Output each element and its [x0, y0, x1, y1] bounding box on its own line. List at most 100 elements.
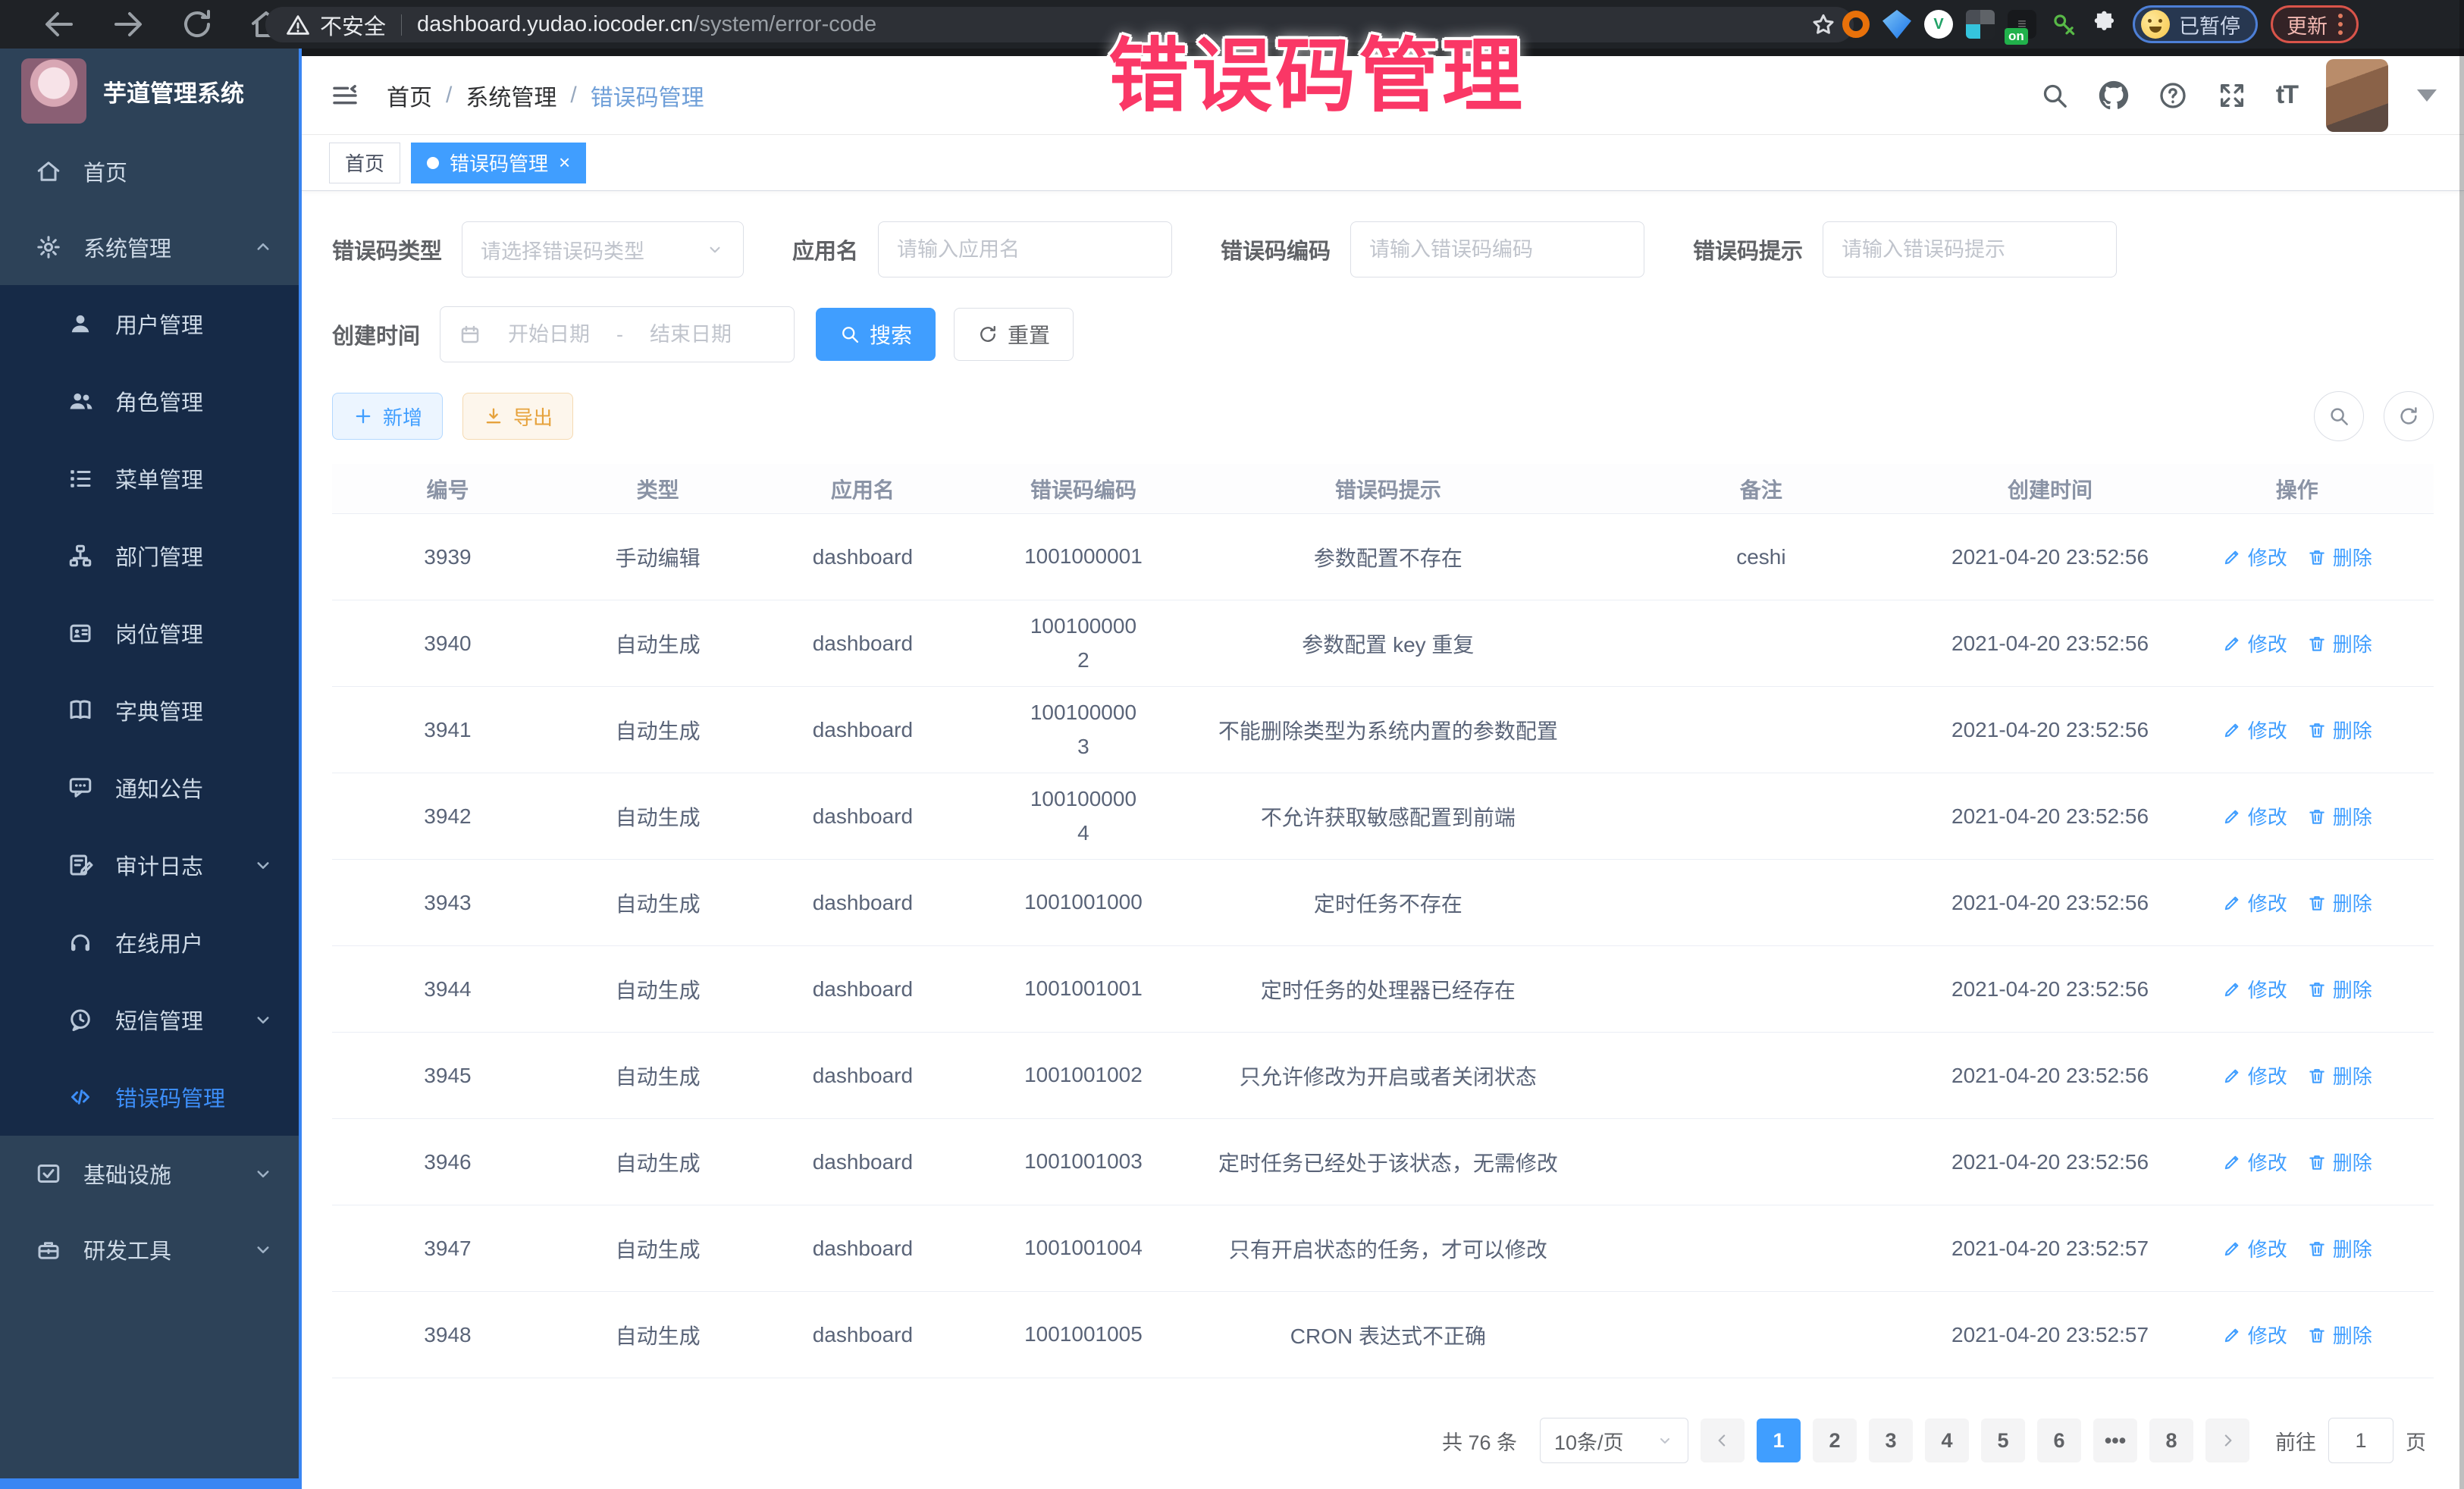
- sidebar-item-infrastructure[interactable]: 基础设施: [0, 1136, 299, 1212]
- error-code-input[interactable]: [1369, 238, 1625, 262]
- edit-link[interactable]: 修改: [2222, 975, 2287, 1003]
- delete-link[interactable]: 删除: [2307, 1061, 2372, 1089]
- breadcrumb-system[interactable]: 系统管理: [466, 79, 556, 112]
- delete-link[interactable]: 删除: [2307, 1148, 2372, 1176]
- sidebar-item-roles[interactable]: 角色管理: [0, 362, 299, 440]
- date-range-picker[interactable]: -: [440, 306, 795, 362]
- user-avatar[interactable]: [2326, 59, 2388, 132]
- sidebar-item-system[interactable]: 系统管理: [0, 209, 299, 285]
- browser-update-button[interactable]: 更新: [2271, 5, 2359, 43]
- page-button-5[interactable]: 5: [1981, 1418, 2025, 1462]
- error-msg-input[interactable]: [1842, 238, 2098, 262]
- page-button-6[interactable]: 6: [2037, 1418, 2081, 1462]
- browser-menu-icon[interactable]: [2338, 14, 2343, 35]
- tab-home[interactable]: 首页: [329, 143, 400, 183]
- trash-icon: [2307, 1325, 2327, 1345]
- browser-back-icon[interactable]: [41, 6, 77, 42]
- chevron-left-icon: [1713, 1431, 1732, 1450]
- sidebar-item-departments[interactable]: 部门管理: [0, 517, 299, 594]
- page-button-4[interactable]: 4: [1925, 1418, 1969, 1462]
- header-search-icon[interactable]: [2039, 80, 2070, 111]
- edit-link[interactable]: 修改: [2222, 1061, 2287, 1089]
- prev-page-button[interactable]: [1701, 1418, 1745, 1462]
- page-ellipsis[interactable]: •••: [2093, 1418, 2137, 1462]
- avatar-caret-icon[interactable]: [2417, 89, 2437, 102]
- edit-link[interactable]: 修改: [2222, 629, 2287, 657]
- next-page-button[interactable]: [2205, 1418, 2249, 1462]
- page-button-1[interactable]: 1: [1757, 1418, 1801, 1462]
- extension-orange-icon[interactable]: [1842, 11, 1870, 38]
- page-button-3[interactable]: 3: [1869, 1418, 1913, 1462]
- browser-reload-icon[interactable]: [179, 6, 215, 42]
- sidebar-item-notices[interactable]: 通知公告: [0, 749, 299, 826]
- extension-grid-icon[interactable]: [1966, 10, 1995, 39]
- app-name-input[interactable]: [897, 238, 1153, 262]
- delete-link[interactable]: 删除: [2307, 1234, 2372, 1262]
- edit-link[interactable]: 修改: [2222, 1321, 2287, 1349]
- cell-id: 3946: [332, 1143, 563, 1182]
- chevron-down-icon: [252, 1162, 274, 1185]
- tab-close-icon[interactable]: ×: [559, 151, 570, 174]
- sidebar-item-menus[interactable]: 菜单管理: [0, 440, 299, 517]
- delete-link[interactable]: 删除: [2307, 629, 2372, 657]
- cell-time: 2021-04-20 23:52:56: [1940, 970, 2161, 1009]
- sidebar-item-online-users[interactable]: 在线用户: [0, 904, 299, 981]
- cell-code: 100100000 3: [973, 688, 1193, 772]
- end-date-input[interactable]: [634, 323, 748, 346]
- delete-link[interactable]: 删除: [2307, 716, 2372, 744]
- delete-link[interactable]: 删除: [2307, 802, 2372, 830]
- error-type-select[interactable]: 请选择错误码类型: [462, 221, 744, 277]
- edit-link[interactable]: 修改: [2222, 889, 2287, 917]
- page-size-select[interactable]: 10条/页: [1540, 1418, 1688, 1463]
- profile-paused-badge[interactable]: 已暂停: [2133, 5, 2258, 43]
- cell-app: dashboard: [752, 624, 973, 663]
- hamburger-icon[interactable]: [329, 80, 361, 111]
- delete-link[interactable]: 删除: [2307, 543, 2372, 571]
- extension-list-icon[interactable]: ≡on: [2008, 10, 2036, 39]
- page-button-8[interactable]: 8: [2149, 1418, 2193, 1462]
- search-button[interactable]: 搜索: [816, 308, 936, 361]
- tab-error-code[interactable]: 错误码管理 ×: [411, 143, 586, 183]
- sidebar-item-dictionary[interactable]: 字典管理: [0, 672, 299, 749]
- refresh-table-button[interactable]: [2384, 391, 2434, 441]
- sidebar-item-sms[interactable]: 短信管理: [0, 981, 299, 1058]
- sidebar-item-audit-log[interactable]: 审计日志: [0, 826, 299, 904]
- edit-link[interactable]: 修改: [2222, 543, 2287, 571]
- cell-code: 1001001004: [973, 1224, 1193, 1273]
- cell-type: 自动生成: [563, 880, 752, 926]
- edit-link[interactable]: 修改: [2222, 1234, 2287, 1262]
- goto-page-input[interactable]: [2328, 1418, 2393, 1463]
- page-button-2[interactable]: 2: [1813, 1418, 1857, 1462]
- extension-gem-icon[interactable]: [1882, 10, 1911, 39]
- delete-link[interactable]: 删除: [2307, 889, 2372, 917]
- extensions-puzzle-icon[interactable]: [2091, 10, 2120, 39]
- add-button[interactable]: 新增: [332, 393, 443, 440]
- help-icon[interactable]: [2158, 80, 2188, 111]
- browser-forward-icon[interactable]: [110, 6, 146, 42]
- delete-link[interactable]: 删除: [2307, 1321, 2372, 1349]
- start-date-input[interactable]: [492, 323, 606, 346]
- sidebar-item-users[interactable]: 用户管理: [0, 285, 299, 362]
- sidebar-bottom-accent: [0, 1478, 299, 1489]
- edit-link[interactable]: 修改: [2222, 716, 2287, 744]
- sidebar-item-error-code[interactable]: 错误码管理: [0, 1058, 299, 1136]
- export-button[interactable]: 导出: [462, 393, 573, 440]
- sidebar-item-home[interactable]: 首页: [0, 133, 299, 209]
- bookmark-star-icon[interactable]: [1810, 11, 1837, 39]
- sidebar-item-posts[interactable]: 岗位管理: [0, 594, 299, 672]
- edit-link[interactable]: 修改: [2222, 802, 2287, 830]
- fullscreen-icon[interactable]: [2217, 80, 2247, 111]
- breadcrumb-home[interactable]: 首页: [387, 79, 432, 112]
- cell-msg: 定时任务不存在: [1193, 880, 1582, 926]
- delete-link[interactable]: 删除: [2307, 975, 2372, 1003]
- toggle-search-button[interactable]: [2314, 391, 2364, 441]
- extension-vue-icon[interactable]: V: [1924, 10, 1953, 39]
- cell-id: 3943: [332, 883, 563, 923]
- sidebar-item-dev-tools[interactable]: 研发工具: [0, 1212, 299, 1287]
- reset-button[interactable]: 重置: [954, 308, 1074, 361]
- font-size-icon[interactable]: tT: [2276, 80, 2297, 110]
- extension-key-icon[interactable]: [2049, 10, 2078, 39]
- github-icon[interactable]: [2099, 80, 2129, 111]
- edit-link[interactable]: 修改: [2222, 1148, 2287, 1176]
- address-bar[interactable]: 不安全 dashboard.yudao.iocoder.cn/system/er…: [265, 7, 1854, 42]
